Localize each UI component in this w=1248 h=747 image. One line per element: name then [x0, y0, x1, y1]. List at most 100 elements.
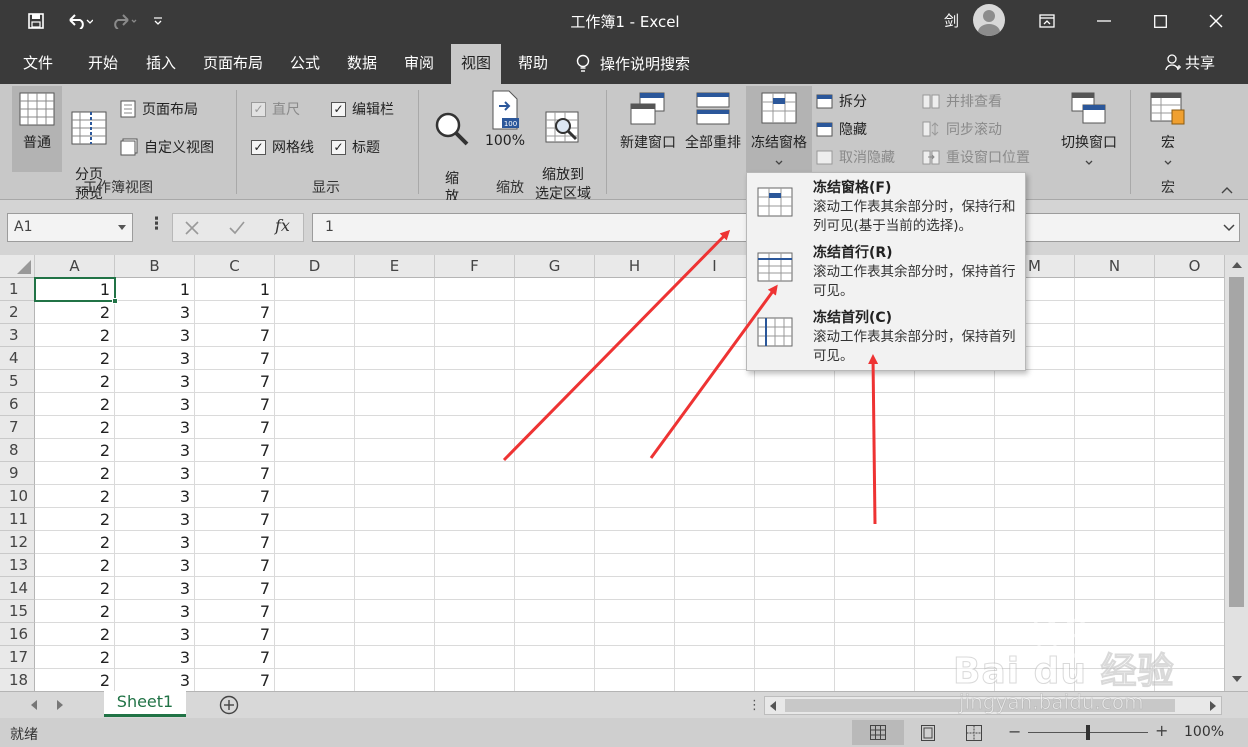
cell[interactable]: [675, 485, 755, 508]
cell[interactable]: [435, 600, 515, 623]
cell[interactable]: [755, 439, 835, 462]
hide-button[interactable]: 隐藏: [816, 118, 867, 140]
cell[interactable]: 2: [35, 485, 115, 508]
cell[interactable]: [595, 462, 675, 485]
scroll-down-icon[interactable]: [1232, 675, 1242, 683]
cell[interactable]: [835, 554, 915, 577]
cell[interactable]: 2: [35, 324, 115, 347]
cell[interactable]: 7: [195, 370, 275, 393]
zoom-in-icon[interactable]: +: [1155, 721, 1168, 740]
cell[interactable]: [355, 623, 435, 646]
tab-insert[interactable]: 插入: [136, 44, 186, 84]
cell[interactable]: [995, 485, 1075, 508]
cell[interactable]: [915, 508, 995, 531]
menu-item-freeze-top-row[interactable]: 冻结首行(R) 滚动工作表其余部分时，保持首行可见。: [747, 238, 1025, 302]
cell[interactable]: [755, 370, 835, 393]
cell[interactable]: [515, 669, 595, 691]
cell[interactable]: [355, 301, 435, 324]
cell[interactable]: [355, 278, 435, 301]
cell[interactable]: 2: [35, 416, 115, 439]
cell[interactable]: [595, 508, 675, 531]
cell[interactable]: [355, 347, 435, 370]
row-header[interactable]: 17: [0, 646, 35, 669]
cell[interactable]: [435, 370, 515, 393]
cell[interactable]: [355, 324, 435, 347]
cell[interactable]: 7: [195, 531, 275, 554]
cell[interactable]: [515, 462, 595, 485]
cell[interactable]: [755, 508, 835, 531]
tab-page-layout[interactable]: 页面布局: [194, 44, 272, 84]
cell[interactable]: 3: [115, 600, 195, 623]
cell[interactable]: [835, 485, 915, 508]
previous-sheet-icon[interactable]: [30, 700, 38, 710]
zoom-100-button[interactable]: 100 100%: [482, 86, 528, 172]
cell[interactable]: [435, 347, 515, 370]
row-header[interactable]: 7: [0, 416, 35, 439]
avatar[interactable]: [973, 4, 1005, 36]
column-header[interactable]: A: [35, 255, 115, 278]
cell[interactable]: [515, 416, 595, 439]
cell[interactable]: [755, 531, 835, 554]
menu-item-freeze-first-column[interactable]: 冻结首列(C) 滚动工作表其余部分时，保持首列可见。: [747, 303, 1025, 367]
cell[interactable]: [275, 393, 355, 416]
zoom-level[interactable]: 100%: [1184, 724, 1224, 740]
cell[interactable]: 2: [35, 370, 115, 393]
cell[interactable]: [435, 485, 515, 508]
headings-checkbox[interactable]: ✓ 标题: [331, 136, 380, 158]
cell[interactable]: [755, 393, 835, 416]
row-header[interactable]: 16: [0, 623, 35, 646]
cell[interactable]: 2: [35, 508, 115, 531]
cell[interactable]: [675, 393, 755, 416]
cell[interactable]: [675, 439, 755, 462]
row-header[interactable]: 14: [0, 577, 35, 600]
cell[interactable]: [915, 577, 995, 600]
cell[interactable]: [1075, 324, 1155, 347]
row-header[interactable]: 13: [0, 554, 35, 577]
cell[interactable]: [275, 416, 355, 439]
cell[interactable]: [755, 623, 835, 646]
cell[interactable]: [995, 577, 1075, 600]
cell[interactable]: [1155, 531, 1224, 554]
cell[interactable]: 7: [195, 577, 275, 600]
tab-home[interactable]: 开始: [78, 44, 128, 84]
cell[interactable]: 1: [115, 278, 195, 301]
cell[interactable]: [995, 439, 1075, 462]
cell[interactable]: [675, 370, 755, 393]
cell[interactable]: 7: [195, 508, 275, 531]
cell[interactable]: [995, 531, 1075, 554]
tab-formulas[interactable]: 公式: [280, 44, 330, 84]
cell[interactable]: [515, 370, 595, 393]
cell[interactable]: [275, 370, 355, 393]
freeze-panes-button[interactable]: 冻结窗格: [746, 86, 812, 172]
cell[interactable]: [355, 600, 435, 623]
cell[interactable]: [515, 646, 595, 669]
cell[interactable]: 3: [115, 485, 195, 508]
scroll-left-icon[interactable]: [769, 701, 777, 711]
cell[interactable]: [275, 554, 355, 577]
cell[interactable]: [275, 577, 355, 600]
new-window-button[interactable]: 新建窗口: [616, 86, 680, 172]
cell[interactable]: [275, 278, 355, 301]
row-header[interactable]: 15: [0, 600, 35, 623]
enter-icon[interactable]: [229, 221, 245, 235]
cell[interactable]: 7: [195, 393, 275, 416]
cell[interactable]: [755, 485, 835, 508]
cell[interactable]: [515, 347, 595, 370]
cell[interactable]: [275, 669, 355, 691]
column-header[interactable]: B: [115, 255, 195, 278]
cell[interactable]: [515, 278, 595, 301]
cell[interactable]: [755, 600, 835, 623]
cell[interactable]: [435, 508, 515, 531]
cell[interactable]: 7: [195, 324, 275, 347]
cell[interactable]: [675, 554, 755, 577]
fill-handle[interactable]: [112, 298, 118, 304]
cell[interactable]: [435, 393, 515, 416]
cell[interactable]: [835, 577, 915, 600]
cell[interactable]: [755, 646, 835, 669]
row-header[interactable]: 11: [0, 508, 35, 531]
macros-button[interactable]: 宏: [1142, 86, 1194, 172]
cell[interactable]: [515, 301, 595, 324]
cell[interactable]: [1155, 347, 1224, 370]
next-sheet-icon[interactable]: [56, 700, 64, 710]
cell[interactable]: [515, 577, 595, 600]
